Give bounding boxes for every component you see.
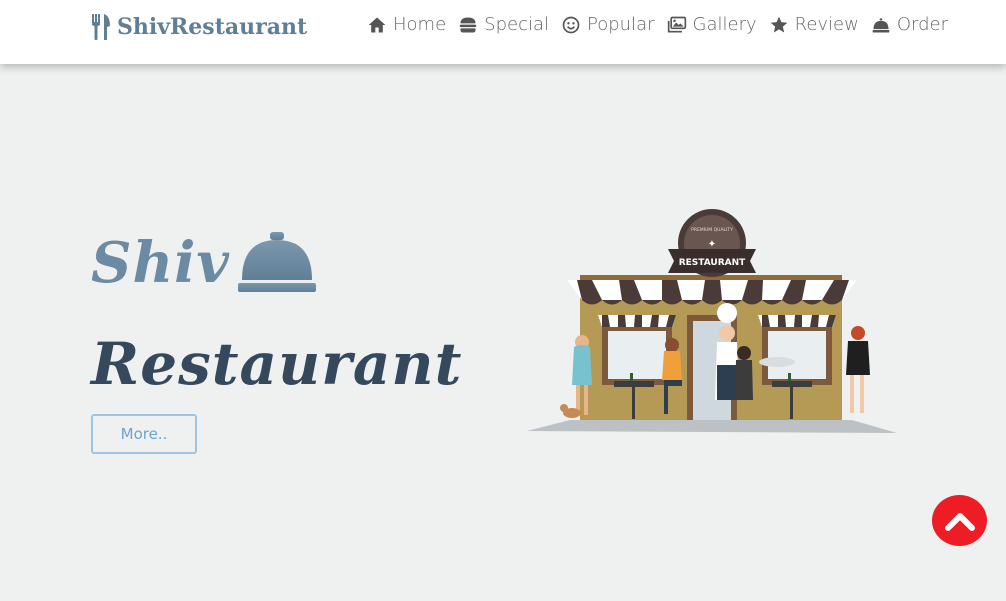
concierge-bell-icon (872, 17, 890, 32)
hero-title-restaurant: Restaurant (91, 330, 463, 398)
nav-review[interactable]: Review (769, 14, 859, 35)
nav-special[interactable]: Special (458, 14, 549, 35)
images-icon (667, 16, 686, 32)
nav-home-label: Home (393, 14, 447, 35)
nav-special-label: Special (484, 14, 550, 35)
smile-icon (562, 16, 580, 33)
more-button[interactable]: More.. (91, 414, 197, 454)
concierge-bell-icon (237, 232, 316, 292)
scroll-to-top-button[interactable] (932, 495, 987, 546)
hero-title-shiv: Shiv (91, 230, 230, 296)
nav-popular[interactable]: Popular (561, 14, 655, 35)
nav-review-label: Review (794, 14, 859, 35)
nav-order[interactable]: Order (871, 14, 948, 35)
utensils-icon (92, 14, 110, 40)
nav-home[interactable]: Home (367, 14, 446, 35)
chevron-up-icon (944, 512, 975, 531)
hero-line-1: Shiv (91, 228, 451, 298)
nav-popular-label: Popular (587, 14, 655, 35)
sign-badge-text: PREMIUM QUALITY (691, 227, 733, 233)
brand-logo-link[interactable]: ShivRestaurant (90, 12, 307, 42)
sign-text: RESTAURANT (679, 258, 746, 268)
home-icon (368, 17, 386, 32)
hero-heading: Shiv Restaurant (91, 228, 463, 398)
main-nav: Home Special Popular Gallery Review Orde… (367, 14, 960, 35)
svg-text:✦: ✦ (708, 239, 716, 250)
burger-icon (459, 17, 477, 32)
brand-name: ShivRestaurant (117, 14, 308, 40)
nav-gallery-label: Gallery (692, 14, 757, 35)
navbar: ShivRestaurant Home Special Popular Gall… (0, 0, 1006, 64)
star-icon (770, 16, 787, 32)
nav-order-label: Order (896, 14, 949, 35)
nav-gallery[interactable]: Gallery (667, 14, 757, 35)
restaurant-illustration: RESTAURANT PREMIUM QUALITY ✦ (527, 209, 897, 433)
